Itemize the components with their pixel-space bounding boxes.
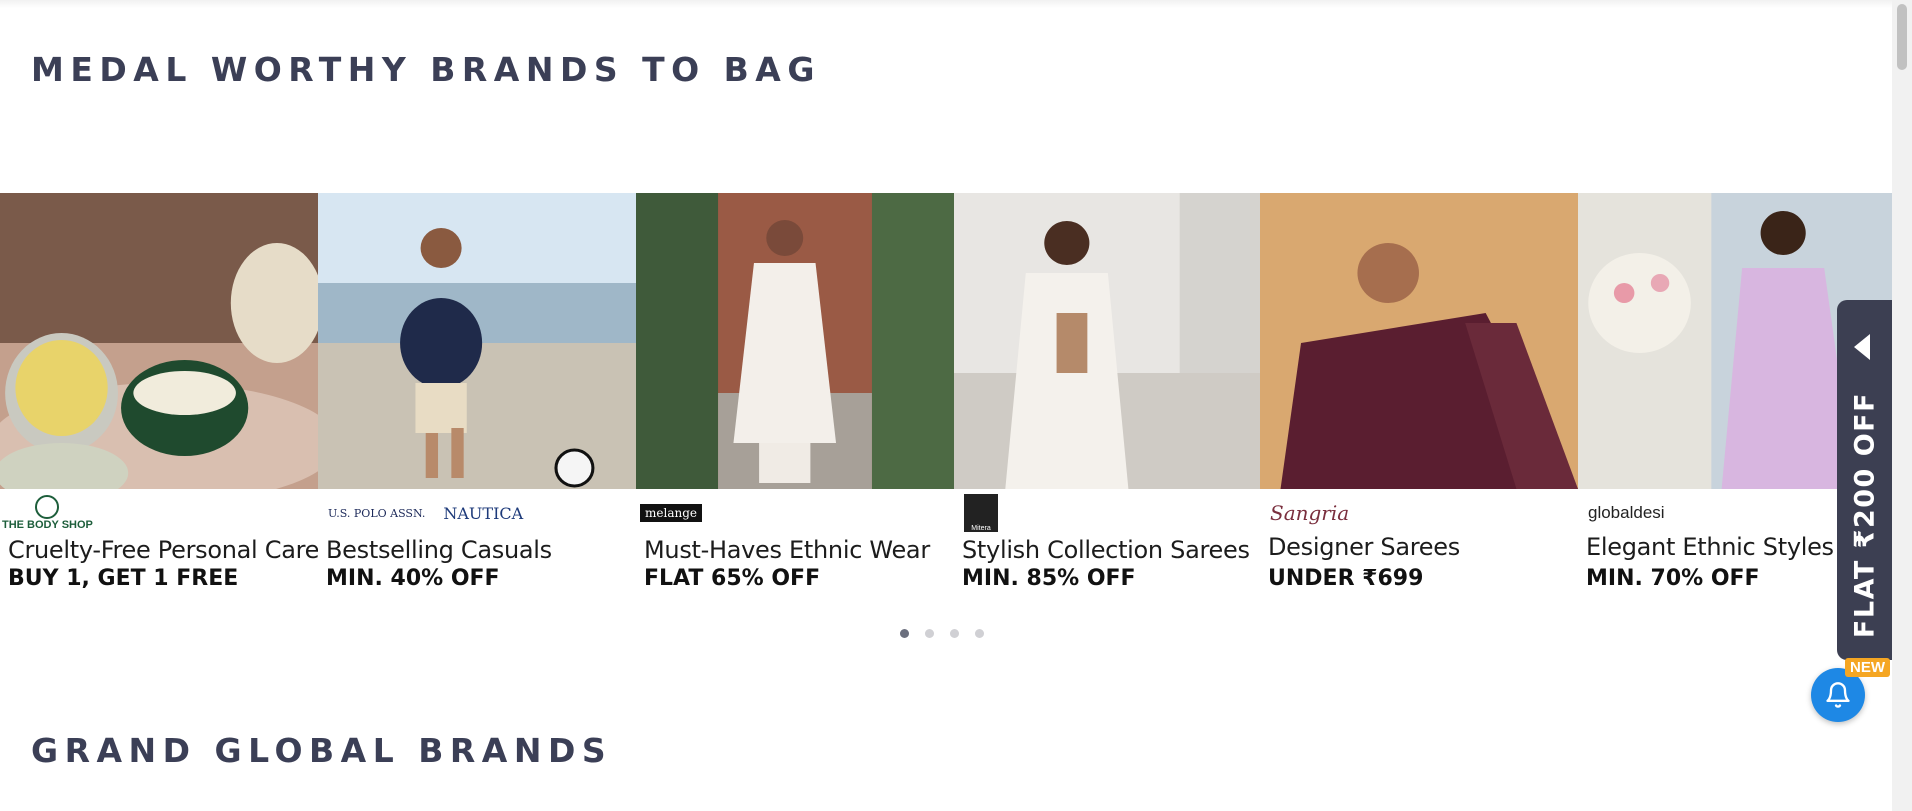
carousel-dot[interactable]	[925, 629, 934, 638]
carousel-pagination	[900, 629, 984, 638]
brand-card-title: Designer Sarees	[1268, 533, 1460, 561]
brand-logo-text: Mitera	[971, 525, 991, 532]
scrollbar-thumb[interactable]	[1897, 4, 1907, 70]
brand-logo-text: Sangria	[1270, 501, 1350, 525]
brand-card-offer: UNDER ₹699	[1268, 566, 1424, 591]
header-shadow	[0, 0, 1892, 8]
flat-offer-text: FLAT ₹200 OFF	[1849, 391, 1880, 639]
carousel-dot[interactable]	[950, 629, 959, 638]
brand-card-title: Elegant Ethnic Styles	[1586, 533, 1834, 561]
brand-logo-text: melange	[640, 504, 702, 522]
brand-card-the-body-shop[interactable]: THE BODY SHOP Cruelty-Free Personal Care…	[0, 193, 320, 605]
brand-logo: U.S. POLO ASSN. NAUTICA	[328, 493, 523, 533]
brand-card-offer: MIN. 70% OFF	[1586, 566, 1760, 591]
brand-card-image	[636, 193, 954, 489]
brand-card-title: Bestselling Casuals	[326, 536, 552, 564]
bell-icon	[1826, 682, 1850, 708]
section-title-grand-global-brands: GRAND GLOBAL BRANDS	[31, 731, 613, 770]
brand-card-offer: MIN. 40% OFF	[326, 566, 500, 591]
brand-card-sangria[interactable]: Sangria Designer Sarees UNDER ₹699	[1260, 193, 1578, 605]
brand-card-mitera[interactable]: Mitera Stylish Collection Sarees MIN. 85…	[954, 193, 1272, 605]
brand-logo-text: globaldesi	[1588, 503, 1665, 522]
brand-logo: Sangria	[1270, 493, 1349, 533]
section-title-medal-worthy: MEDAL WORTHY BRANDS TO BAG	[31, 50, 821, 89]
page-scrollbar[interactable]	[1892, 0, 1912, 811]
brand-card-image	[0, 193, 318, 489]
brand-card-offer: MIN. 85% OFF	[962, 566, 1136, 591]
brand-logo: THE BODY SHOP	[2, 493, 93, 533]
brand-logo: melange	[640, 493, 702, 533]
brand-logo-secondary: NAUTICA	[443, 503, 524, 523]
brand-card-title: Cruelty-Free Personal Care	[8, 536, 320, 564]
brand-logo: globaldesi	[1588, 493, 1665, 533]
brand-card-title: Must-Haves Ethnic Wear	[644, 536, 930, 564]
carousel-dot[interactable]	[975, 629, 984, 638]
brand-card-offer: BUY 1, GET 1 FREE	[8, 566, 239, 591]
brand-card-image	[318, 193, 636, 489]
flat-offer-tab[interactable]: FLAT ₹200 OFF	[1837, 300, 1892, 660]
brand-card-us-polo-nautica[interactable]: U.S. POLO ASSN. NAUTICA Bestselling Casu…	[318, 193, 636, 605]
brand-card-title: Stylish Collection Sarees	[962, 536, 1250, 564]
brand-carousel[interactable]: THE BODY SHOP Cruelty-Free Personal Care…	[0, 193, 1892, 605]
brand-card-offer: FLAT 65% OFF	[644, 566, 821, 591]
brand-logo-text: THE BODY SHOP	[2, 519, 93, 531]
chevron-left-icon	[1854, 334, 1870, 360]
carousel-dot[interactable]	[900, 629, 909, 638]
brand-logo: Mitera	[964, 493, 998, 533]
brand-card-image	[1260, 193, 1578, 489]
brand-card-melange[interactable]: melange Must-Haves Ethnic Wear FLAT 65% …	[636, 193, 954, 605]
new-badge: NEW	[1845, 658, 1890, 677]
brand-card-image	[954, 193, 1272, 489]
brand-logo-text: U.S. POLO ASSN.	[328, 506, 426, 520]
